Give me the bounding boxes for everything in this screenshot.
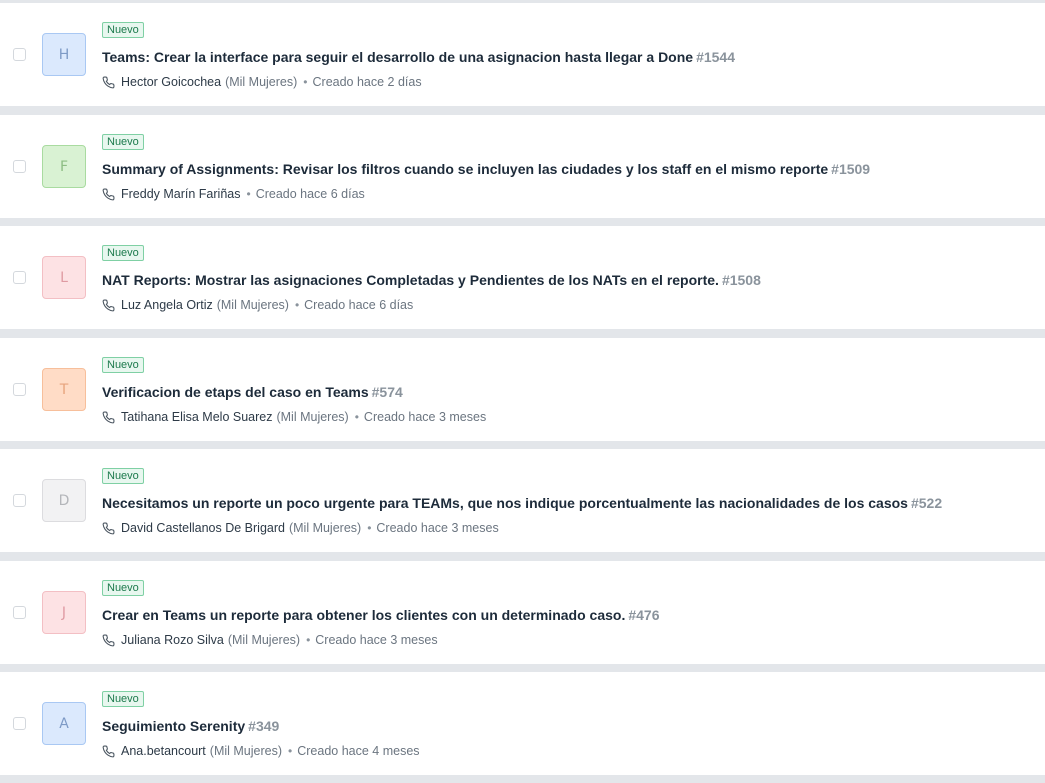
status-badge: Nuevo — [102, 245, 144, 261]
ticket-meta: Luz Angela Ortiz (Mil Mujeres) • Creado … — [102, 297, 413, 313]
separator-dot: • — [246, 187, 251, 201]
requester-name[interactable]: Luz Angela Ortiz — [121, 297, 213, 313]
status-badge: Nuevo — [102, 357, 144, 373]
ticket-title: Teams: Crear la interface para seguir el… — [102, 47, 735, 67]
ticket-subject-link[interactable]: NAT Reports: Mostrar las asignaciones Co… — [102, 272, 719, 288]
created-time: Creado hace 6 días — [304, 298, 414, 312]
ticket-id-link[interactable]: #349 — [248, 718, 279, 734]
ticket-subject-link[interactable]: Verificacion de etaps del caso en Teams — [102, 384, 369, 400]
avatar: D — [42, 479, 86, 522]
ticket-subject-link[interactable]: Summary of Assignments: Revisar los filt… — [102, 161, 828, 177]
separator-dot: • — [303, 75, 308, 89]
ticket-subject-link[interactable]: Seguimiento Serenity — [102, 718, 245, 734]
ticket-meta: Tatihana Elisa Melo Suarez (Mil Mujeres)… — [102, 409, 486, 425]
avatar: L — [42, 256, 86, 299]
ticket-row[interactable]: F Nuevo Summary of Assignments: Revisar … — [0, 115, 1045, 218]
separator-dot: • — [294, 298, 300, 312]
ticket-row[interactable]: D Nuevo Necesitamos un reporte un poco u… — [0, 449, 1045, 552]
ticket-id-link[interactable]: #574 — [372, 384, 403, 400]
ticket-id-link[interactable]: #476 — [628, 607, 659, 623]
created-time: Creado hace 3 meses — [376, 521, 499, 535]
avatar: F — [42, 145, 86, 188]
avatar: J — [42, 591, 86, 634]
avatar: T — [42, 368, 86, 411]
requester-company: (Mil Mujeres) — [227, 633, 301, 647]
status-badge: Nuevo — [102, 468, 144, 484]
ticket-select-checkbox[interactable] — [13, 606, 26, 619]
status-badge: Nuevo — [102, 691, 144, 707]
ticket-meta: Freddy Marín Fariñas • Creado hace 6 día… — [102, 186, 365, 202]
phone-icon — [102, 634, 115, 646]
ticket-title: NAT Reports: Mostrar las asignaciones Co… — [102, 270, 761, 290]
ticket-select-checkbox[interactable] — [13, 383, 26, 396]
created-time: Creado hace 3 meses — [363, 410, 487, 424]
requester-name[interactable]: David Castellanos De Brigard — [121, 520, 285, 536]
requester-company: (Mil Mujeres) — [225, 75, 298, 89]
avatar: H — [42, 33, 86, 76]
ticket-id-link[interactable]: #1508 — [722, 272, 761, 288]
avatar-initial: D — [58, 492, 70, 509]
ticket-row[interactable]: T Nuevo Verificacion de etaps del caso e… — [0, 338, 1045, 441]
ticket-title: Summary of Assignments: Revisar los filt… — [102, 159, 870, 179]
ticket-subject-link[interactable]: Crear en Teams un reporte para obtener l… — [102, 607, 625, 623]
requester-company: (Mil Mujeres) — [288, 521, 362, 535]
ticket-title: Necesitamos un reporte un poco urgente p… — [102, 493, 942, 513]
requester-name[interactable]: Juliana Rozo Silva — [121, 632, 224, 648]
separator-dot: • — [367, 521, 372, 535]
separator-dot: • — [306, 633, 311, 647]
phone-icon — [102, 76, 115, 88]
ticket-subject-link[interactable]: Necesitamos un reporte un poco urgente p… — [102, 495, 908, 511]
requester-name[interactable]: Freddy Marín Fariñas — [121, 186, 240, 202]
status-badge: Nuevo — [102, 22, 144, 38]
ticket-select-checkbox[interactable] — [13, 271, 26, 284]
ticket-title: Verificacion de etaps del caso en Teams #… — [102, 382, 403, 402]
created-time: Creado hace 4 meses — [297, 744, 420, 758]
requester-company: (Mil Mujeres) — [216, 298, 289, 312]
ticket-select-checkbox[interactable] — [13, 717, 26, 730]
ticket-id-link[interactable]: #1509 — [831, 161, 870, 177]
avatar: A — [42, 702, 86, 745]
phone-icon — [102, 522, 115, 534]
ticket-meta: Juliana Rozo Silva (Mil Mujeres) • Cread… — [102, 632, 438, 648]
ticket-meta: Hector Goicochea (Mil Mujeres) • Creado … — [102, 74, 422, 90]
avatar-initial: A — [59, 715, 69, 732]
ticket-subject-link[interactable]: Teams: Crear la interface para seguir el… — [102, 49, 693, 65]
separator-dot: • — [354, 410, 359, 424]
avatar-initial: T — [59, 381, 69, 398]
ticket-row[interactable]: J Nuevo Crear en Teams un reporte para o… — [0, 561, 1045, 664]
requester-name[interactable]: Tatihana Elisa Melo Suarez — [121, 409, 272, 425]
avatar-initial: J — [61, 604, 67, 621]
ticket-select-checkbox[interactable] — [13, 48, 26, 61]
ticket-title: Seguimiento Serenity #349 — [102, 716, 279, 736]
ticket-id-link[interactable]: #522 — [911, 495, 942, 511]
avatar-initial: H — [58, 46, 70, 63]
ticket-select-checkbox[interactable] — [13, 160, 26, 173]
created-time: Creado hace 2 días — [312, 75, 422, 89]
ticket-meta: Ana.betancourt (Mil Mujeres) • Creado ha… — [102, 743, 420, 759]
phone-icon — [102, 745, 115, 757]
created-time: Creado hace 6 días — [255, 187, 365, 201]
created-time: Creado hace 3 meses — [315, 633, 438, 647]
status-badge: Nuevo — [102, 134, 144, 150]
status-badge: Nuevo — [102, 580, 144, 596]
ticket-meta: David Castellanos De Brigard (Mil Mujere… — [102, 520, 499, 536]
ticket-title: Crear en Teams un reporte para obtener l… — [102, 605, 660, 625]
ticket-list: H Nuevo Teams: Crear la interface para s… — [0, 0, 1045, 783]
phone-icon — [102, 411, 115, 423]
phone-icon — [102, 299, 115, 311]
avatar-initial: L — [60, 269, 68, 286]
requester-name[interactable]: Ana.betancourt — [121, 743, 206, 759]
ticket-select-checkbox[interactable] — [13, 494, 26, 507]
phone-icon — [102, 188, 115, 200]
separator-dot: • — [288, 744, 293, 758]
ticket-row[interactable]: A Nuevo Seguimiento Serenity #349 Ana.bet… — [0, 672, 1045, 775]
requester-name[interactable]: Hector Goicochea — [121, 74, 221, 90]
requester-company: (Mil Mujeres) — [276, 410, 349, 424]
ticket-id-link[interactable]: #1544 — [696, 49, 735, 65]
avatar-initial: F — [59, 158, 69, 175]
ticket-row[interactable]: H Nuevo Teams: Crear la interface para s… — [0, 3, 1045, 106]
ticket-row[interactable]: L Nuevo NAT Reports: Mostrar las asignac… — [0, 226, 1045, 329]
requester-company: (Mil Mujeres) — [209, 744, 283, 758]
